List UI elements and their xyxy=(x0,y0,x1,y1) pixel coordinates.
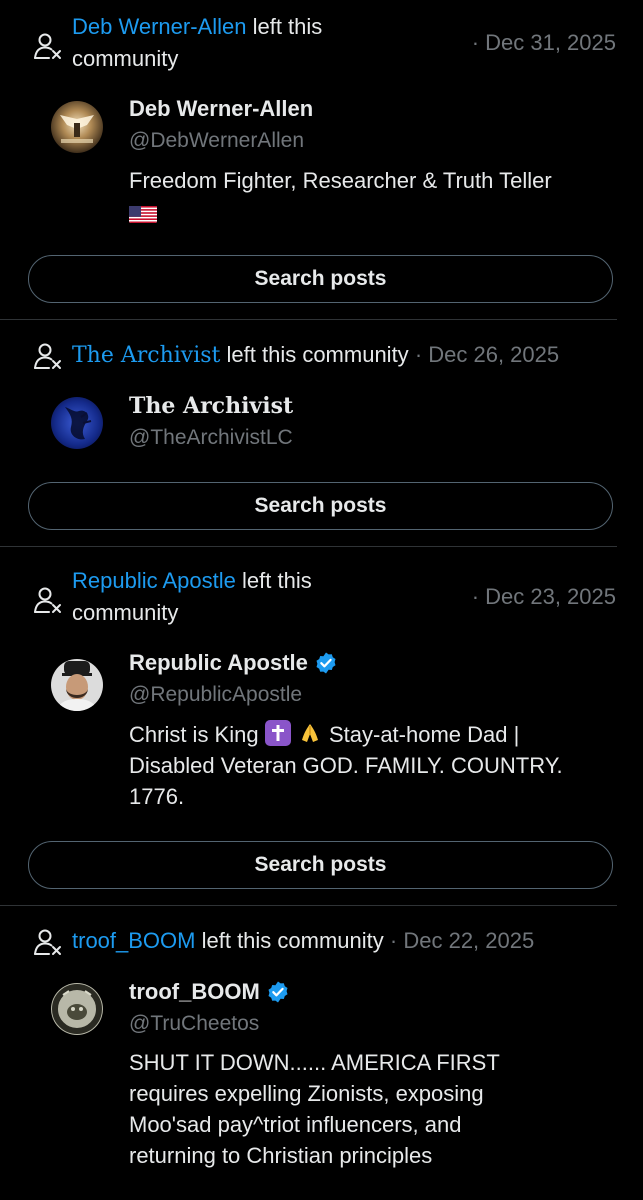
avatar-image xyxy=(51,101,103,153)
divider xyxy=(0,319,617,320)
avatar-image xyxy=(51,659,103,711)
display-name[interactable]: troof_BOOM xyxy=(129,977,290,1007)
verified-badge-icon xyxy=(314,651,338,675)
person-remove-icon xyxy=(33,341,63,371)
display-name[interactable]: Deb Werner-Allen xyxy=(129,94,313,124)
divider xyxy=(0,546,617,547)
search-posts-button[interactable]: Search posts xyxy=(28,841,613,889)
event-date[interactable]: · Dec 23, 2025 xyxy=(472,581,616,613)
handle[interactable]: @RepublicApostle xyxy=(129,680,302,710)
person-remove-icon xyxy=(33,927,63,957)
actor-link[interactable]: Republic Apostle xyxy=(72,568,236,593)
avatar-image xyxy=(51,983,103,1035)
event-date[interactable]: · Dec 22, 2025 xyxy=(390,928,534,953)
leave-event-text: Republic Apostle left this community xyxy=(72,565,402,629)
us-flag-icon xyxy=(129,203,157,224)
bio: Christ is King Stay-at-home Dad | Disabl… xyxy=(129,719,599,812)
divider xyxy=(0,905,617,906)
display-name-text: Republic Apostle xyxy=(129,650,308,675)
latin-cross-icon xyxy=(264,720,291,746)
display-name[interactable]: Republic Apostle xyxy=(129,648,338,678)
avatar[interactable] xyxy=(51,101,103,153)
avatar-image xyxy=(51,397,103,449)
event-action: left this community xyxy=(226,342,409,367)
handle[interactable]: @TheArchivistLC xyxy=(129,423,293,453)
display-name-text: troof_BOOM xyxy=(129,979,260,1004)
leave-event-text: The Archivist left this community · Dec … xyxy=(72,339,559,372)
bio: Freedom Fighter, Researcher & Truth Tell… xyxy=(129,165,599,227)
person-remove-icon xyxy=(33,31,63,61)
handle[interactable]: @TruCheetos xyxy=(129,1009,259,1039)
avatar[interactable] xyxy=(51,659,103,711)
search-posts-button[interactable]: Search posts xyxy=(28,255,613,303)
avatar[interactable] xyxy=(51,397,103,449)
search-posts-button[interactable]: Search posts xyxy=(28,482,613,530)
handle[interactable]: @DebWernerAllen xyxy=(129,126,304,156)
verified-badge-icon xyxy=(266,980,290,1004)
person-remove-icon xyxy=(33,585,63,615)
event-action: left this community xyxy=(201,928,384,953)
display-name-text: Deb Werner-Allen xyxy=(129,96,314,121)
leave-event-text: Deb Werner-Allen left this community xyxy=(72,11,402,75)
display-name-text: The Archivist xyxy=(129,393,294,419)
event-date[interactable]: · Dec 26, 2025 xyxy=(415,342,559,367)
display-name[interactable]: The Archivist xyxy=(129,391,293,421)
folded-hands-icon xyxy=(297,720,323,746)
bio: SHUT IT DOWN...... AMERICA FIRST require… xyxy=(129,1050,500,1168)
actor-link[interactable]: The Archivist xyxy=(72,343,220,368)
event-date[interactable]: · Dec 31, 2025 xyxy=(472,27,616,59)
leave-event-text: troof_BOOM left this community · Dec 22,… xyxy=(72,925,534,957)
avatar[interactable] xyxy=(51,983,103,1035)
bio-text-start: Christ is King xyxy=(129,722,259,747)
actor-link[interactable]: Deb Werner-Allen xyxy=(72,14,246,39)
bio-text: Freedom Fighter, Researcher & Truth Tell… xyxy=(129,168,552,193)
actor-link[interactable]: troof_BOOM xyxy=(72,928,195,953)
